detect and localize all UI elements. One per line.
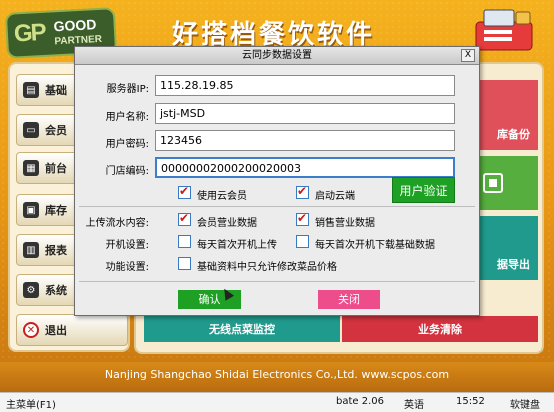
- taskbar: 主菜单(F1) bate 2.06 英语 15:52 软键盘: [0, 392, 554, 412]
- server-ip-label: 服务器IP:: [106, 84, 149, 95]
- taskbar-clock: 15:52: [456, 396, 485, 407]
- sidebar-item-exit[interactable]: ✕ 退出: [16, 314, 128, 346]
- sidebar-item-label: 系统: [45, 284, 67, 297]
- upload-content-label: 上传流水内容:: [85, 218, 149, 229]
- cashier-icon: ▦: [23, 160, 39, 176]
- use-cloud-member-checkbox[interactable]: [178, 184, 191, 199]
- taskbar-version: bate 2.06: [336, 396, 384, 407]
- taskbar-start-menu[interactable]: 主菜单(F1): [6, 396, 56, 411]
- member-card-icon: ▭: [23, 122, 39, 138]
- sales-business-label: 销售营业数据: [315, 218, 375, 229]
- tile-data-export-label: 据导出: [497, 258, 530, 271]
- sidebar-item-label: 报表: [45, 244, 67, 257]
- enable-cloud-label: 启动云端: [315, 191, 355, 202]
- sidebar-item-label: 基础: [45, 84, 67, 97]
- report-icon: ▥: [23, 242, 39, 258]
- sidebar-item-label: 退出: [45, 324, 67, 337]
- gear-icon: ⚙: [23, 282, 39, 298]
- dialog-body: 服务器IP: 115.28.19.85 用户名称: jstj-MSD 用户密码:…: [75, 65, 479, 315]
- daily-download-checkbox[interactable]: [296, 235, 309, 248]
- sidebar-item-label: 会员: [45, 124, 67, 137]
- price-only-label: 基础资料中只允许修改菜品价格: [197, 262, 337, 273]
- inventory-icon: ▣: [23, 202, 39, 218]
- username-label: 用户名称:: [105, 112, 149, 123]
- divider: [79, 281, 475, 282]
- username-input[interactable]: jstj-MSD: [155, 103, 455, 124]
- daily-upload-label: 每天首次开机上传: [197, 240, 277, 251]
- taskbar-soft-keyboard[interactable]: 软键盘: [510, 396, 540, 411]
- tile-business-clear-label: 业务清除: [418, 323, 462, 336]
- sync-icon: [483, 173, 503, 193]
- tile-wireless-order[interactable]: 无线点菜监控: [144, 316, 340, 342]
- member-business-label: 会员营业数据: [197, 218, 257, 229]
- member-business-checkbox[interactable]: [178, 211, 191, 226]
- store-code-label: 门店编码:: [105, 166, 149, 177]
- server-ip-input[interactable]: 115.28.19.85: [155, 75, 455, 96]
- dialog-title: 云同步数据设置: [75, 47, 479, 65]
- company-footer: Nanjing Shangchao Shidai Electronics Co.…: [0, 362, 554, 392]
- password-label: 用户密码:: [105, 139, 149, 150]
- dialog-close-button[interactable]: X: [461, 49, 475, 62]
- cloud-sync-dialog: 云同步数据设置 X 服务器IP: 115.28.19.85 用户名称: jstj…: [74, 46, 480, 316]
- app-window: GP GOOD PARTNER 好搭档餐饮软件 ▤ 基础 ▭ 会员 ▦ 前台 ▣…: [0, 0, 554, 392]
- tile-backup-label: 库备份: [497, 128, 530, 141]
- logo-line1: GOOD: [53, 16, 97, 35]
- enable-cloud-checkbox[interactable]: [296, 184, 309, 199]
- sidebar-item-label: 前台: [45, 162, 67, 175]
- daily-upload-checkbox[interactable]: [178, 235, 191, 248]
- function-settings-label: 功能设置:: [105, 262, 149, 273]
- exit-icon: ✕: [23, 322, 39, 338]
- password-input[interactable]: 123456: [155, 130, 455, 151]
- sales-business-checkbox[interactable]: [296, 211, 309, 226]
- sidebar-item-label: 库存: [45, 204, 67, 217]
- divider: [79, 206, 475, 207]
- grid-icon: ▤: [23, 82, 39, 98]
- startup-settings-label: 开机设置:: [105, 240, 149, 251]
- tile-business-clear[interactable]: 业务清除: [342, 316, 538, 342]
- price-only-checkbox[interactable]: [178, 257, 191, 270]
- taskbar-language[interactable]: 英语: [404, 396, 424, 411]
- use-cloud-member-label: 使用云会员: [197, 191, 247, 202]
- store-code-input[interactable]: 00000002000200020003: [155, 157, 455, 178]
- user-verify-button[interactable]: 用户验证: [392, 177, 455, 203]
- logo-initials: GP: [13, 18, 46, 48]
- daily-download-label: 每天首次开机下载基础数据: [315, 240, 435, 251]
- close-button[interactable]: 关闭: [318, 290, 380, 309]
- pos-terminal-icon: [475, 9, 533, 51]
- tile-wireless-order-label: 无线点菜监控: [209, 323, 275, 336]
